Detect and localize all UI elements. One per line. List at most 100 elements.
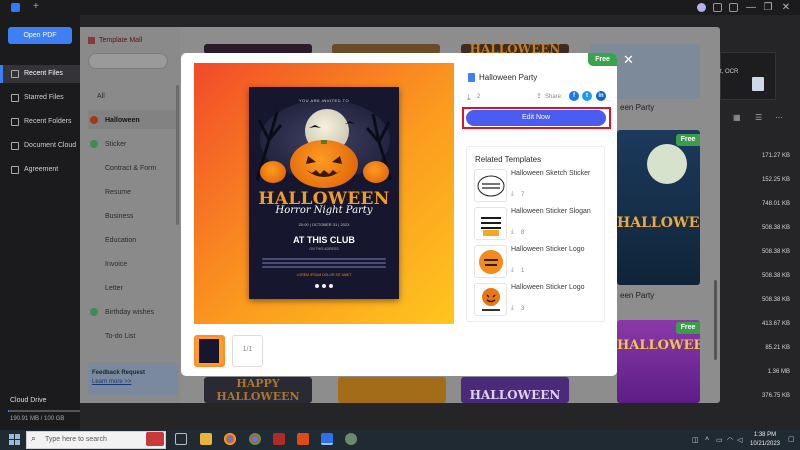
related-template-thumbnail[interactable] [474,169,507,202]
card-title: HAPPY HALLOWEEN [216,377,300,403]
close-icon[interactable]: ✕ [623,53,634,66]
info-text: t, OCR [720,69,739,75]
social-dot [315,284,319,288]
pdfelement-icon[interactable] [321,433,333,445]
social-dot [322,284,326,288]
related-template-downloads: 3 [521,306,525,312]
category-education[interactable]: Education [105,237,136,244]
sidebar-item-agreement[interactable]: Agreement [0,161,80,179]
notification-icon[interactable] [729,3,738,12]
file-size: 85.21 KB [765,345,790,351]
new-tab-button[interactable]: + [33,1,39,12]
file-size: 508.38 KB [761,225,790,231]
feedback-link[interactable]: Learn more >> [92,379,131,385]
category-letter[interactable]: Letter [105,285,123,292]
related-template-name[interactable]: Halloween Sticker Logo [511,246,585,253]
related-template-downloads: 8 [521,230,525,236]
template-title: Halloween Party [479,73,538,82]
folder-icon [11,118,19,126]
clock-date[interactable]: 10/21/2023 [745,441,785,447]
social-dot [329,284,333,288]
related-template-name[interactable]: Halloween Sketch Sticker [511,170,590,177]
close-window-button[interactable]: ✕ [780,0,792,15]
file-size: 171.27 KB [761,153,790,159]
template-card[interactable]: HAPPY HALLOWEEN [204,377,312,403]
avatar[interactable] [697,3,706,12]
category-birthday-wishes[interactable]: Birthday wishes [105,309,154,316]
category-all[interactable]: All [97,93,105,100]
search-icon: ⌕ [31,433,37,443]
sidebar-item-recent-folders[interactable]: Recent Folders [0,113,80,131]
grid-view-icon[interactable]: ▦ [733,113,741,122]
category-invoice[interactable]: Invoice [105,261,127,268]
message-icon[interactable] [713,3,722,12]
file-explorer-icon[interactable] [200,433,212,445]
chrome-icon[interactable] [249,433,261,445]
related-template-name[interactable]: Halloween Sticker Slogan [511,208,591,215]
cloud-drive-title[interactable]: Cloud Drive [10,397,47,404]
volume-icon[interactable]: ◁ [737,436,742,444]
card-title: HALLOWEEN [617,215,700,231]
poster-invited-text: YOU ARE INVITED TO [298,98,350,103]
template-card[interactable] [338,377,446,403]
sidebar-item-label: Recent Folders [24,118,72,125]
agreement-icon [11,166,19,174]
facebook-icon[interactable]: f [569,91,579,101]
download-icon: ⤓ [511,305,514,311]
related-template-name[interactable]: Halloween Sticker Logo [511,284,585,291]
sidebar-item-recent-files[interactable]: Recent Files [0,65,80,83]
maximize-button[interactable]: ❐ [762,0,774,15]
category-business[interactable]: Business [105,213,133,220]
chrome-icon[interactable] [224,433,236,445]
category-resume[interactable]: Resume [105,189,131,196]
category-contract-form[interactable]: Contract & Form [105,165,156,172]
tray-app-icon[interactable]: ◫ [692,436,699,444]
related-template-thumbnail[interactable] [474,283,507,316]
related-template-thumbnail[interactable] [474,245,507,278]
related-template-thumbnail[interactable] [474,207,507,240]
wifi-icon[interactable]: ◠ [727,436,733,444]
template-card[interactable]: HALLOWEEN [461,377,569,403]
linkedin-icon[interactable]: in [596,91,606,101]
template-mall-title: Template Mall [99,37,143,44]
chevron-up-icon[interactable]: ˄ [705,436,709,443]
file-size: 1.36 MB [767,369,790,375]
sidebar-item-label: Starred Files [24,94,64,101]
title-bar [0,0,800,15]
office-icon[interactable] [297,433,309,445]
category-scrollbar[interactable] [176,85,179,225]
clock-icon [11,70,19,78]
template-search-input[interactable] [88,53,168,69]
template-scrollbar[interactable] [714,280,717,360]
notification-center-icon[interactable]: ▢ [788,435,795,443]
clock-time[interactable]: 1:38 PM [745,432,785,438]
list-view-icon[interactable]: ☰ [755,113,762,122]
page-counter: 1/1 [242,346,253,353]
poster-rsvp: LOREM IPSUM DOLOR SIT AMET [296,273,352,277]
file-size: 508.38 KB [761,249,790,255]
category-sticker[interactable]: Sticker [105,141,126,148]
pdf-app-icon[interactable] [273,433,285,445]
sidebar-item-document-cloud[interactable]: Document Cloud [0,137,80,155]
app-icon[interactable] [345,433,357,445]
more-icon[interactable]: ⋯ [775,113,783,122]
download-icon: ⤓ [511,229,514,235]
card-label: een Party [620,103,655,112]
category-halloween[interactable]: Halloween [105,117,140,124]
cloud-icon [11,142,19,150]
template-file-icon [468,73,475,82]
twitter-icon[interactable]: t [582,91,592,101]
task-view-icon[interactable] [175,433,187,445]
poster-text-line [262,262,386,264]
network-icon[interactable]: ▭ [716,436,723,444]
pumpkin-small-right [363,161,389,183]
edit-now-button[interactable]: Edit Now [466,110,606,126]
sidebar-item-starred-files[interactable]: Starred Files [0,89,80,107]
sidebar-item-label: Document Cloud [24,142,77,149]
open-pdf-button[interactable]: Open PDF [8,27,72,44]
related-template-downloads: 7 [521,192,525,198]
minimize-button[interactable]: — [745,0,757,15]
windows-start-icon[interactable] [9,434,21,446]
cloud-usage-fill [8,410,9,412]
category-todo-list[interactable]: To-do List [105,333,135,340]
